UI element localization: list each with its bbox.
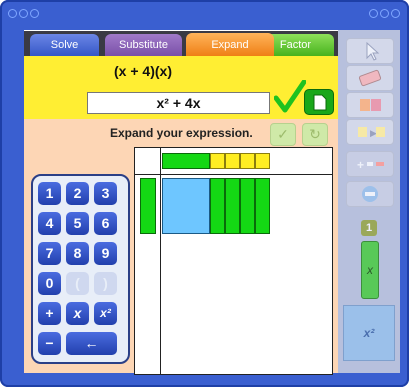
algebra-tile-board[interactable] [134,147,333,375]
unit-count-badge: 1 [361,220,377,236]
eraser-tool-button[interactable] [346,65,394,91]
correct-checkmark-icon [274,80,306,113]
key-minus[interactable]: − [38,332,61,355]
x-squared-tile-bin[interactable]: x² [343,305,395,361]
reset-button[interactable]: ↻ [302,123,328,146]
minimize-icon[interactable] [19,9,28,18]
check-answer-button[interactable]: ✓ [270,123,296,146]
key-plus[interactable]: + [38,302,61,325]
zero-pair-icon: + [357,158,384,172]
x-tile-bin[interactable]: x [361,241,379,299]
svg-text:▶: ▶ [370,128,377,138]
flip-tool-button[interactable] [346,92,394,118]
keypad: 1 2 3 4 5 6 7 8 9 0 ( ) + x x² − ← [31,174,130,364]
x-tile-product-3[interactable] [240,178,255,234]
answer-field[interactable]: x² + 4x [87,92,270,114]
pointer-icon [366,41,380,61]
multiply-icon [362,186,378,202]
window-controls-left[interactable] [8,5,41,23]
key-3[interactable]: 3 [94,182,117,205]
flip-tiles-icon [360,99,381,111]
zoom-icon[interactable] [30,9,39,18]
multiply-button[interactable] [346,181,394,207]
key-x-squared[interactable]: x² [94,302,117,325]
key-0[interactable]: 0 [38,272,61,295]
key-8[interactable]: 8 [66,242,89,265]
x-tile-product-4[interactable] [255,178,270,234]
x-squared-tile[interactable] [162,178,210,234]
new-problem-button[interactable] [304,89,334,115]
zero-pair-button[interactable]: + [346,151,394,177]
page-icon [313,94,327,111]
combine-tiles-icon: ▶ [358,127,385,138]
tab-substitute[interactable]: Substitute [105,34,182,56]
x-tile-product-1[interactable] [210,178,225,234]
close-icon[interactable] [8,9,17,18]
key-1[interactable]: 1 [38,182,61,205]
key-6[interactable]: 6 [94,212,117,235]
key-5[interactable]: 5 [66,212,89,235]
key-x[interactable]: x [66,302,89,325]
key-2[interactable]: 2 [66,182,89,205]
window-controls-right[interactable] [369,5,402,23]
eraser-icon [358,69,382,87]
key-open-paren[interactable]: ( [66,272,89,295]
tab-solve[interactable]: Solve [30,34,99,56]
dot-icon[interactable] [380,9,389,18]
key-9[interactable]: 9 [94,242,117,265]
tool-sidebar: ▶ + 1 x x² [338,30,400,373]
instruction-text: Expand your expression. [110,126,253,140]
title-bar [6,2,404,18]
x-tile-left[interactable] [140,178,156,234]
svg-text:+: + [357,158,364,172]
tab-bar: Solve Substitute Factor Expand [24,31,338,57]
unit-tile-top-1[interactable] [210,153,225,169]
combine-tool-button[interactable]: ▶ [346,119,394,145]
key-7[interactable]: 7 [38,242,61,265]
unit-tile-top-2[interactable] [225,153,240,169]
problem-expression: (x + 4)(x) [114,63,172,79]
board-divider-horizontal [135,174,332,175]
dot-icon[interactable] [391,9,400,18]
x-tile-top[interactable] [162,153,210,169]
key-backspace[interactable]: ← [66,332,117,355]
board-divider-vertical [160,148,161,374]
unit-tile-top-3[interactable] [240,153,255,169]
pointer-tool-button[interactable] [346,38,394,64]
problem-area: (x + 4)(x) x² + 4x [24,56,338,119]
key-4[interactable]: 4 [38,212,61,235]
unit-tile-top-4[interactable] [255,153,270,169]
x-tile-product-2[interactable] [225,178,240,234]
tab-expand[interactable]: Expand [186,33,274,57]
dot-icon[interactable] [369,9,378,18]
key-close-paren[interactable]: ) [94,272,117,295]
